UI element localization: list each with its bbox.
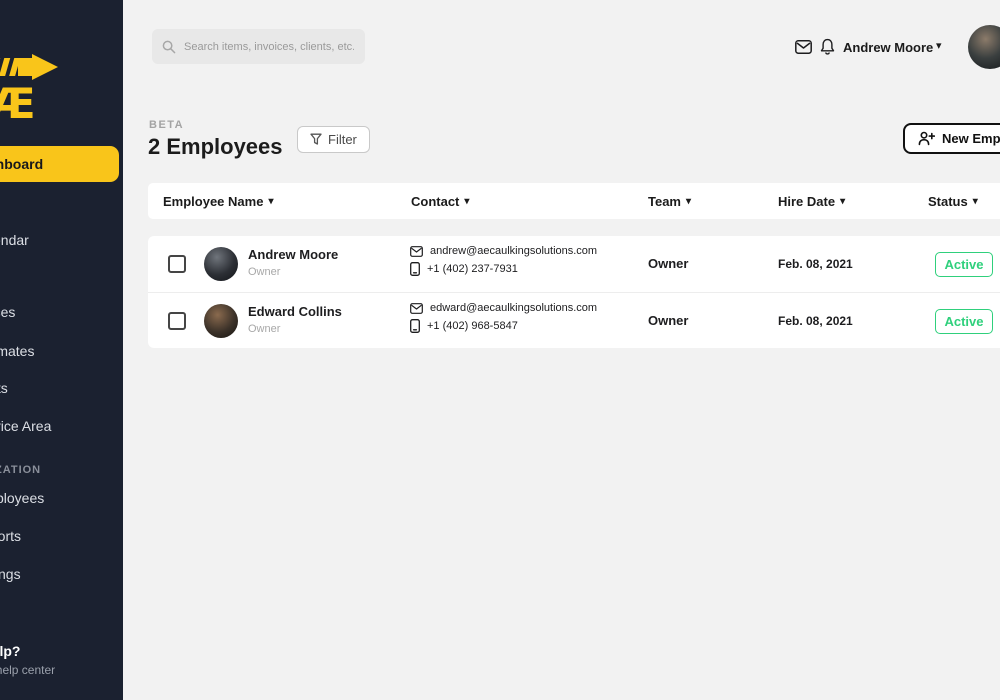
sidebar-item-service-area[interactable]: Service Area (0, 418, 123, 438)
chevron-down-icon: ▾ (686, 196, 691, 207)
help-title: Need help? (0, 643, 123, 663)
add-person-icon (918, 131, 935, 146)
sidebar-item-settings[interactable]: Settings (0, 566, 123, 586)
sidebar-item-label: Clients (0, 380, 8, 396)
search-icon (162, 40, 176, 54)
email-icon (410, 246, 423, 257)
sidebar-item-employees[interactable]: Employees (0, 490, 123, 510)
chevron-down-icon: ▾ (973, 196, 978, 207)
sidebar-item-label: Reports (0, 528, 21, 544)
user-menu[interactable]: Andrew Moore (843, 40, 933, 55)
employee-name: Andrew Moore (248, 247, 338, 262)
filter-button-label: Filter (328, 132, 357, 147)
team-cell: Owner (648, 256, 688, 271)
phone-icon (410, 262, 420, 276)
filter-button[interactable]: Filter (297, 126, 370, 153)
hire-date-cell: Feb. 08, 2021 (778, 257, 853, 271)
column-header-status[interactable]: Status ▾ (928, 183, 978, 219)
app-root: Æ Dashboard Calendar Invoices Estimates … (0, 0, 1000, 700)
caulking-gun-logo-icon: Æ (0, 52, 84, 128)
sidebar-item-label: Service Area (0, 418, 51, 434)
employee-name-cell: Edward Collins Owner (248, 304, 342, 335)
sidebar-item-estimates[interactable]: Estimates (0, 343, 123, 363)
global-search (152, 29, 365, 64)
table-row[interactable]: Andrew Moore Owner andrew@aecaulkingsolu… (148, 236, 1000, 292)
chevron-down-icon: ▾ (840, 196, 845, 207)
sidebar-item-label: Calendar (0, 232, 29, 248)
user-avatar[interactable] (968, 25, 1000, 69)
sidebar-item-label: Dashboard (0, 156, 43, 172)
column-header-contact[interactable]: Contact ▾ (411, 183, 469, 219)
employees-table-body: Andrew Moore Owner andrew@aecaulkingsolu… (148, 236, 1000, 348)
employee-avatar (204, 304, 238, 338)
sidebar-section-organization: ORGANIZATION (0, 464, 123, 484)
new-employee-button[interactable]: New Employee (903, 123, 1000, 154)
team-cell: Owner (648, 313, 688, 328)
contact-cell: andrew@aecaulkingsolutions.com +1 (402) … (410, 245, 597, 276)
email-icon (410, 303, 423, 314)
sidebar-item-label: Settings (0, 566, 21, 582)
employee-phone: +1 (402) 237-7931 (427, 263, 518, 275)
chevron-down-icon: ▾ (464, 196, 469, 207)
table-row[interactable]: Edward Collins Owner edward@aecaulkingso… (148, 292, 1000, 348)
messages-icon[interactable] (795, 40, 812, 59)
employee-role: Owner (248, 323, 342, 335)
beta-badge: BETA (149, 119, 184, 131)
funnel-icon (310, 133, 322, 146)
employee-name-cell: Andrew Moore Owner (248, 247, 338, 278)
status-badge: Active (935, 309, 993, 334)
employee-role: Owner (248, 266, 338, 278)
chevron-down-icon[interactable]: ▾ (936, 39, 942, 52)
help-center-link[interactable]: Visit help center (0, 663, 123, 683)
column-header-hire-date[interactable]: Hire Date ▾ (778, 183, 845, 219)
page-title: 2 Employees (148, 134, 283, 160)
row-checkbox[interactable] (168, 255, 186, 273)
employee-email: edward@aecaulkingsolutions.com (430, 302, 597, 314)
notifications-bell-icon[interactable] (820, 38, 835, 61)
sidebar-item-label: Estimates (0, 343, 34, 359)
sidebar-item-calendar[interactable]: Calendar (0, 232, 123, 252)
employee-phone: +1 (402) 968-5847 (427, 320, 518, 332)
sidebar-item-clients[interactable]: Clients (0, 380, 123, 400)
employees-table-header: Employee Name ▾ Contact ▾ Team ▾ Hire Da… (148, 183, 1000, 219)
new-employee-button-label: New Employee (942, 131, 1000, 146)
brand-logo[interactable]: Æ (0, 52, 84, 128)
sidebar-item-label: Invoices (0, 304, 15, 320)
column-header-employee-name[interactable]: Employee Name ▾ (163, 183, 273, 219)
phone-icon (410, 319, 420, 333)
row-checkbox[interactable] (168, 312, 186, 330)
employee-name: Edward Collins (248, 304, 342, 319)
sidebar-item-label: Employees (0, 490, 44, 506)
employee-avatar (204, 247, 238, 281)
contact-cell: edward@aecaulkingsolutions.com +1 (402) … (410, 302, 597, 333)
svg-text:Æ: Æ (0, 79, 36, 128)
sidebar-item-invoices[interactable]: Invoices (0, 304, 123, 324)
employee-email: andrew@aecaulkingsolutions.com (430, 245, 597, 257)
sidebar-item-reports[interactable]: Reports (0, 528, 123, 548)
status-badge: Active (935, 252, 993, 277)
column-header-team[interactable]: Team ▾ (648, 183, 691, 219)
sidebar: Æ Dashboard Calendar Invoices Estimates … (0, 0, 123, 700)
chevron-down-icon: ▾ (268, 196, 273, 207)
hire-date-cell: Feb. 08, 2021 (778, 314, 853, 328)
search-input[interactable] (184, 41, 354, 53)
sidebar-item-dashboard[interactable]: Dashboard (0, 146, 119, 182)
